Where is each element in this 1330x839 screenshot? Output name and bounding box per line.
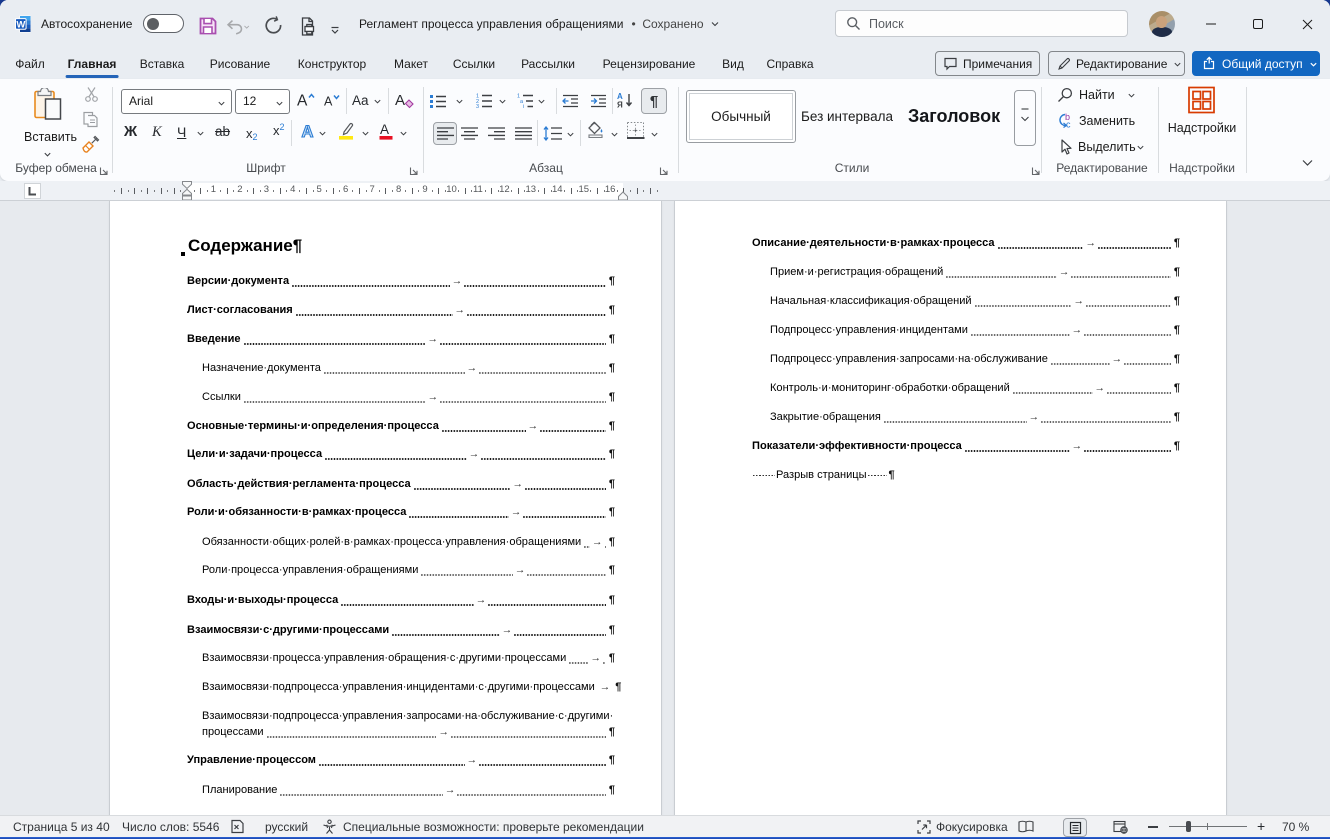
svg-text:W: W xyxy=(16,19,25,30)
svg-text:A: A xyxy=(297,93,308,109)
svg-text:A: A xyxy=(324,95,333,109)
svg-text:A: A xyxy=(395,92,405,109)
svg-text:i: i xyxy=(523,104,524,108)
svg-text:c: c xyxy=(1066,120,1071,129)
svg-text:A: A xyxy=(302,123,314,139)
svg-text:3: 3 xyxy=(476,104,479,108)
svg-text:Я: Я xyxy=(617,101,623,109)
svg-text:А: А xyxy=(380,122,389,137)
